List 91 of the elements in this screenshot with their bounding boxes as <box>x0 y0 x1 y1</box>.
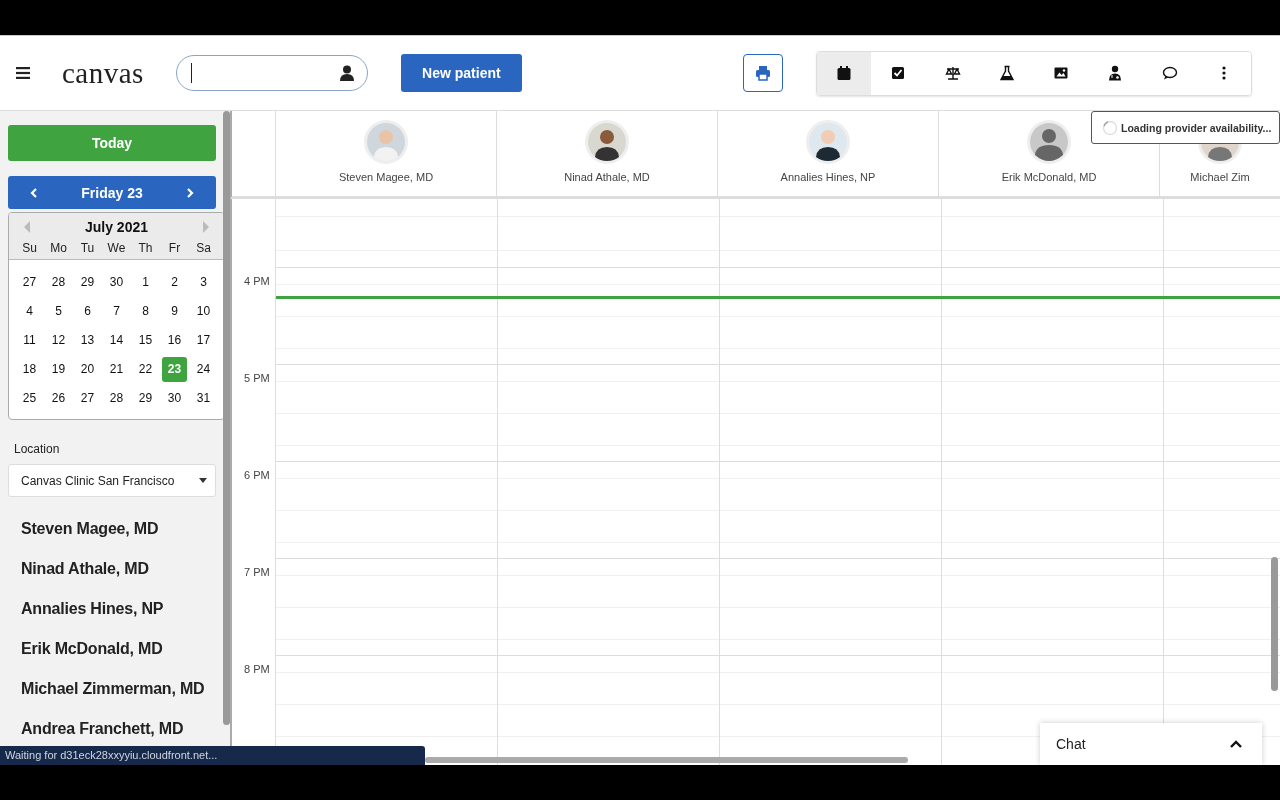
provider-name[interactable]: Annalies Hines, NP <box>21 597 164 620</box>
flask-icon <box>998 65 1015 81</box>
month-title: July 2021 <box>84 219 149 235</box>
provider-name[interactable]: Andrea Franchett, MD <box>21 717 184 740</box>
spinner-icon <box>1102 119 1118 136</box>
more-icon <box>1221 65 1226 81</box>
avatar-silhouette-icon <box>1026 119 1072 165</box>
calendar-day[interactable]: 17 <box>191 328 216 353</box>
calendar-day[interactable]: 18 <box>17 357 42 382</box>
calendar-day[interactable]: 9 <box>162 299 187 324</box>
weekday-label: Th <box>137 240 154 255</box>
calendar-day[interactable]: 20 <box>75 357 100 382</box>
location-dropdown[interactable]: Canvas Clinic San Francisco <box>8 464 216 497</box>
calendar-day[interactable]: 26 <box>46 386 71 411</box>
loading-toast: Loading provider availability... <box>1091 111 1280 144</box>
location-label: Location <box>14 442 61 456</box>
weekday-label: Fr <box>167 240 182 255</box>
calendar-day[interactable]: 31 <box>191 386 216 411</box>
calendar-day[interactable]: 29 <box>75 270 100 295</box>
weekday-label: Su <box>21 240 38 255</box>
provider-column-name: Michael Zim <box>1190 171 1250 183</box>
chevron-left-icon[interactable] <box>30 187 38 198</box>
time-label: 4 PM <box>244 275 270 287</box>
caret-icon <box>199 478 207 483</box>
calendar-day[interactable]: 27 <box>17 270 42 295</box>
calendar-day[interactable]: 25 <box>17 386 42 411</box>
calendar-day[interactable]: 8 <box>133 299 158 324</box>
text-cursor <box>190 63 193 83</box>
calendar-day[interactable]: 3 <box>191 270 216 295</box>
calendar-day[interactable]: 29 <box>133 386 158 411</box>
calendar-day[interactable]: 30 <box>104 270 129 295</box>
calendar-day[interactable]: 30 <box>162 386 187 411</box>
calendar-day[interactable]: 15 <box>133 328 158 353</box>
chevron-right-icon[interactable] <box>186 187 194 198</box>
person-icon <box>338 65 355 81</box>
calendar-day[interactable]: 2 <box>162 270 187 295</box>
print-icon <box>754 65 771 81</box>
calendar-day[interactable]: 6 <box>75 299 100 324</box>
provider-name[interactable]: Michael Zimmerman, MD <box>21 677 205 700</box>
calendar-day[interactable]: 24 <box>191 357 216 382</box>
calendar-day[interactable]: 5 <box>46 299 71 324</box>
provider-column-name: Erik McDonald, MD <box>1001 171 1097 183</box>
time-label: 5 PM <box>244 372 270 384</box>
toolbar-tab[interactable] <box>816 51 872 95</box>
toolbar-tab[interactable] <box>871 51 926 95</box>
weekday-label: Mo <box>49 240 68 255</box>
calendar-day[interactable]: 19 <box>46 357 71 382</box>
provider-name[interactable]: Ninad Athale, MD <box>21 557 149 580</box>
calendar-day[interactable]: 11 <box>17 328 42 353</box>
image-icon <box>1053 65 1070 81</box>
scale-icon <box>944 65 961 81</box>
calendar-day[interactable]: 22 <box>133 357 158 382</box>
weekday-label: Tu <box>79 240 96 255</box>
calendar-day[interactable]: 10 <box>191 299 216 324</box>
speech-bubble-icon <box>1161 65 1178 81</box>
logo[interactable]: canvas <box>62 56 144 90</box>
time-label: 8 PM <box>244 663 270 675</box>
weekday-label: We <box>106 240 127 255</box>
calendar-day[interactable]: 7 <box>104 299 129 324</box>
chevron-up-icon <box>1230 740 1242 748</box>
time-label: 6 PM <box>244 469 270 481</box>
provider-column-name: Ninad Athale, MD <box>564 171 650 183</box>
new-patient-button[interactable]: New patient <box>400 54 522 92</box>
scrollbar[interactable] <box>223 111 230 725</box>
calendar-day[interactable]: 27 <box>75 386 100 411</box>
current-date: Friday 23 <box>81 184 143 201</box>
provider-column-name: Annalies Hines, NP <box>780 171 876 183</box>
calendar-icon <box>836 65 853 81</box>
calendar-day[interactable]: 28 <box>104 386 129 411</box>
menu-icon[interactable] <box>16 67 30 79</box>
status-bar: Waiting for d31eck28xxyyiu.cloudfront.net... <box>0 746 425 765</box>
calendar-day[interactable]: 21 <box>104 357 129 382</box>
calendar-day[interactable]: 4 <box>17 299 42 324</box>
provider-name[interactable]: Steven Magee, MD <box>21 517 159 540</box>
provider-name[interactable]: Erik McDonald, MD <box>21 637 163 660</box>
calendar-day[interactable]: 13 <box>75 328 100 353</box>
checkbox-icon <box>890 65 907 81</box>
time-label: 7 PM <box>244 566 270 578</box>
scrollbar[interactable] <box>425 757 908 763</box>
calendar-day[interactable]: 12 <box>46 328 71 353</box>
calendar-day[interactable]: 14 <box>104 328 129 353</box>
chat-panel[interactable]: Chat <box>1040 723 1262 765</box>
scrollbar[interactable] <box>1271 557 1278 691</box>
weekday-label: Sa <box>195 240 212 255</box>
calendar-day[interactable]: 1 <box>133 270 158 295</box>
chat-title: Chat <box>1056 736 1086 752</box>
calendar-day[interactable]: 16 <box>162 328 187 353</box>
provider-column-name: Steven Magee, MD <box>338 171 434 183</box>
doctor-icon <box>1107 65 1124 81</box>
calendar-day[interactable]: 28 <box>46 270 71 295</box>
print-button[interactable] <box>742 54 783 92</box>
